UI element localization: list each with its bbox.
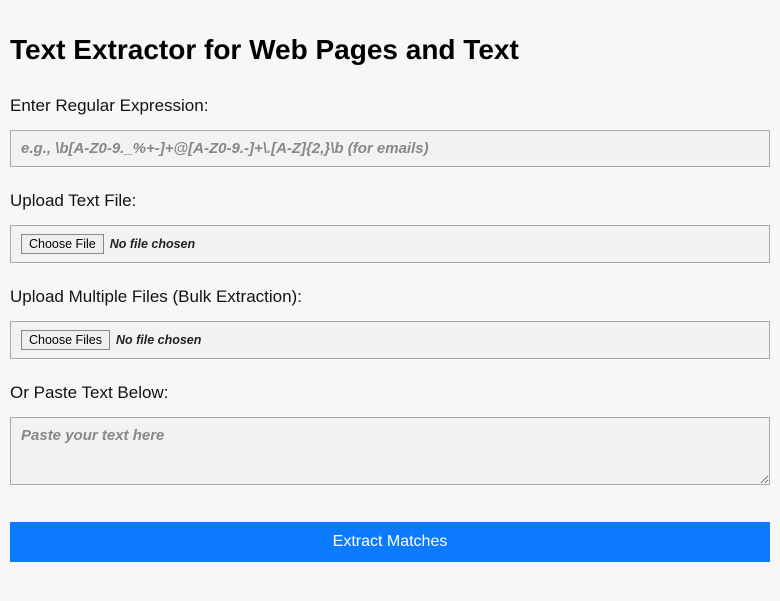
multi-file-box: Choose Files No file chosen — [10, 321, 770, 359]
extract-matches-button[interactable]: Extract Matches — [10, 522, 770, 562]
paste-textarea[interactable] — [10, 417, 770, 485]
single-file-box: Choose File No file chosen — [10, 225, 770, 263]
single-file-section: Upload Text File: Choose File No file ch… — [10, 191, 770, 263]
multi-file-label: Upload Multiple Files (Bulk Extraction): — [10, 287, 770, 307]
single-file-label: Upload Text File: — [10, 191, 770, 211]
multi-file-status: No file chosen — [116, 333, 201, 347]
choose-file-button[interactable]: Choose File — [21, 234, 104, 254]
regex-input[interactable] — [10, 130, 770, 167]
paste-section: Or Paste Text Below: — [10, 383, 770, 490]
choose-files-button[interactable]: Choose Files — [21, 330, 110, 350]
paste-label: Or Paste Text Below: — [10, 383, 770, 403]
page-title: Text Extractor for Web Pages and Text — [10, 34, 770, 66]
multi-file-section: Upload Multiple Files (Bulk Extraction):… — [10, 287, 770, 359]
regex-section: Enter Regular Expression: — [10, 96, 770, 167]
single-file-status: No file chosen — [110, 237, 195, 251]
regex-label: Enter Regular Expression: — [10, 96, 770, 116]
